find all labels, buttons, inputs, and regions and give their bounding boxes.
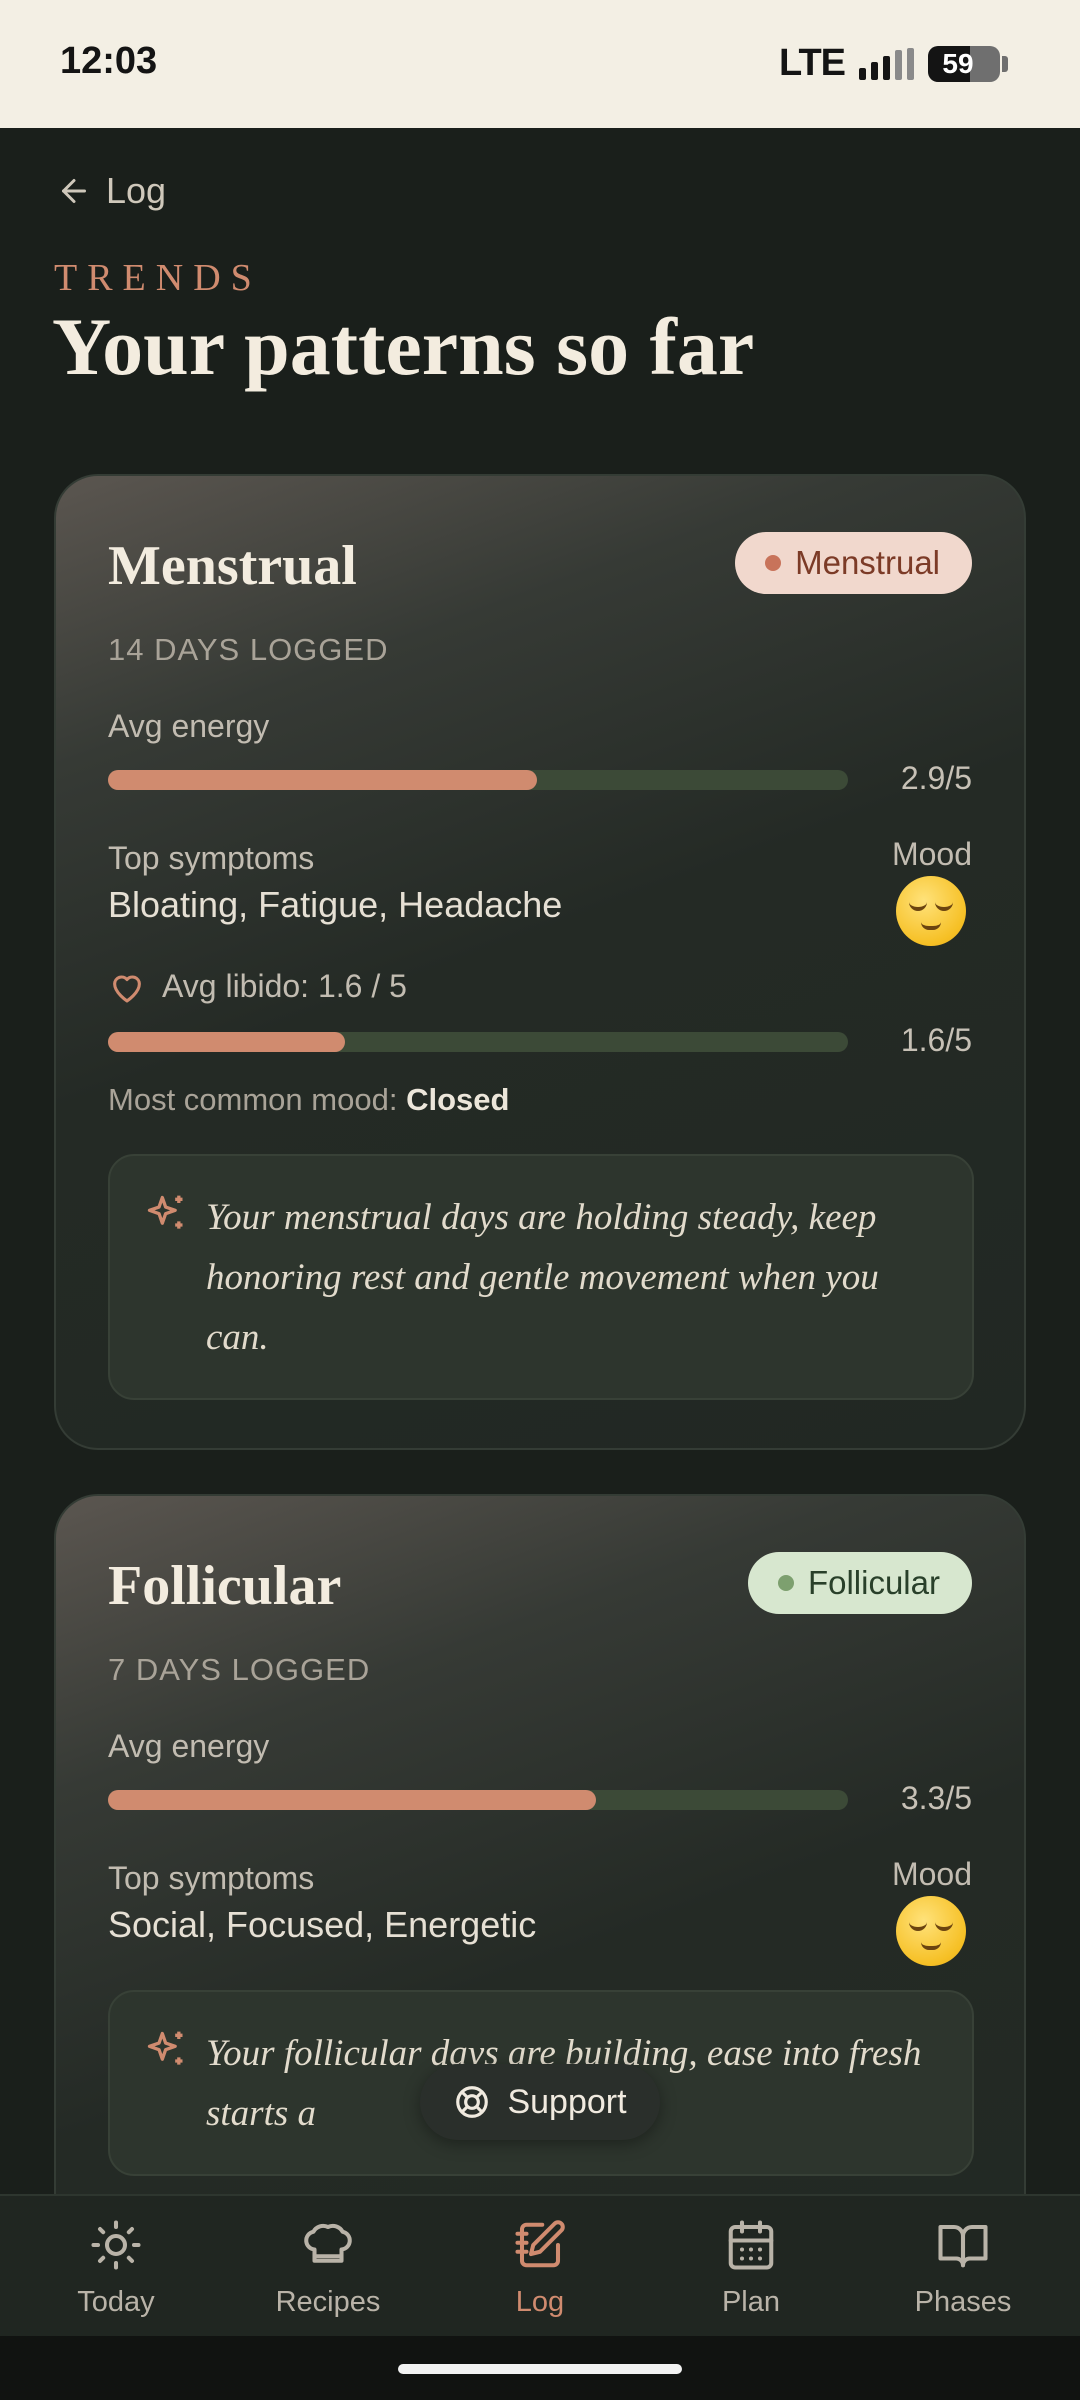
common-mood: Most common mood: Closed <box>108 1082 509 1118</box>
common-mood-value: Closed <box>406 1082 510 1117</box>
relieved-face-emoji-icon <box>896 876 966 946</box>
phase-badge: Menstrual <box>735 532 972 594</box>
status-bar: 12:03 LTE 59 <box>0 0 1080 128</box>
nav-item-today[interactable]: Today <box>26 2218 206 2319</box>
back-label: Log <box>106 170 167 211</box>
chef-hat-icon <box>304 2223 352 2263</box>
lifebuoy-icon <box>456 2086 489 2118</box>
nav-label: Log <box>515 2286 565 2318</box>
home-indicator[interactable] <box>398 2364 682 2374</box>
nav-item-log[interactable]: Log <box>450 2218 630 2319</box>
dot-icon <box>765 555 782 571</box>
libido-row: Avg libido: 1.6 / 5 <box>108 968 407 1005</box>
symptoms-list: Social, Focused, Energetic <box>108 1904 537 1945</box>
days-logged: 14 DAYS LOGGED <box>108 632 389 667</box>
page-title: Your patterns so far <box>52 301 755 392</box>
symptoms-label: Top symptoms <box>108 1860 315 1896</box>
bottom-nav: Today Recipes Log Plan Phases <box>0 2194 1080 2336</box>
card-title: Follicular <box>108 1555 342 1617</box>
libido-label: Avg libido: 1.6 / 5 <box>162 968 407 1004</box>
back-button[interactable]: Log <box>56 170 166 212</box>
heart-icon <box>113 974 141 1002</box>
notebook-pen-icon <box>515 2220 565 2268</box>
mood-label: Mood <box>891 1856 972 1892</box>
energy-bar-fill <box>108 770 538 790</box>
sparkle-icon <box>147 1195 183 1229</box>
sun-icon <box>91 2220 141 2270</box>
mood-label: Mood <box>891 836 972 872</box>
badge-label: Follicular <box>807 1564 940 1601</box>
network-type: LTE <box>779 42 846 84</box>
energy-label: Avg energy <box>108 708 270 744</box>
sparkle-icon <box>147 2031 183 2065</box>
battery-level: 59 <box>942 47 974 79</box>
phase-card-menstrual: Menstrual Menstrual 14 DAYS LOGGED Avg e… <box>54 474 1026 1450</box>
nav-label: Today <box>77 2286 155 2318</box>
libido-score: 1.6/5 <box>900 1022 972 1058</box>
common-mood-label: Most common mood: <box>108 1082 398 1117</box>
symptoms-label: Top symptoms <box>108 840 315 876</box>
insight-text: Your menstrual days are holding steady, … <box>206 1197 879 1358</box>
symptoms-list: Bloating, Fatigue, Headache <box>108 884 563 925</box>
libido-bar <box>108 1032 848 1052</box>
support-label: Support <box>507 2082 627 2121</box>
days-logged: 7 DAYS LOGGED <box>108 1652 371 1687</box>
battery-icon: 59 <box>928 45 1000 82</box>
energy-score: 3.3/5 <box>900 1780 972 1816</box>
support-button[interactable]: Support <box>420 2064 660 2140</box>
open-book-icon <box>938 2224 988 2268</box>
energy-bar-fill <box>108 1790 597 1810</box>
libido-bar-fill <box>108 1032 345 1052</box>
nav-item-plan[interactable]: Plan <box>661 2218 841 2319</box>
calendar-icon <box>728 2220 774 2270</box>
status-time: 12:03 <box>60 40 158 82</box>
card-title: Menstrual <box>108 535 357 597</box>
relieved-face-emoji-icon <box>896 1896 966 1966</box>
energy-score: 2.9/5 <box>900 760 972 796</box>
dot-icon <box>777 1575 794 1591</box>
badge-label: Menstrual <box>795 544 940 581</box>
nav-item-phases[interactable]: Phases <box>873 2218 1053 2319</box>
status-icons: LTE 59 <box>779 42 1008 85</box>
nav-label: Phases <box>914 2286 1012 2318</box>
arrow-left-icon <box>62 179 86 203</box>
phase-badge: Follicular <box>747 1552 972 1614</box>
nav-label: Plan <box>721 2286 781 2318</box>
energy-bar <box>108 1790 848 1810</box>
energy-label: Avg energy <box>108 1728 270 1764</box>
signal-icon <box>859 47 914 80</box>
nav-label: Recipes <box>275 2286 381 2318</box>
insight-box: Your menstrual days are holding steady, … <box>108 1154 974 1400</box>
section-eyebrow: TRENDS <box>54 257 262 299</box>
energy-bar <box>108 770 848 790</box>
nav-item-recipes[interactable]: Recipes <box>238 2218 418 2319</box>
